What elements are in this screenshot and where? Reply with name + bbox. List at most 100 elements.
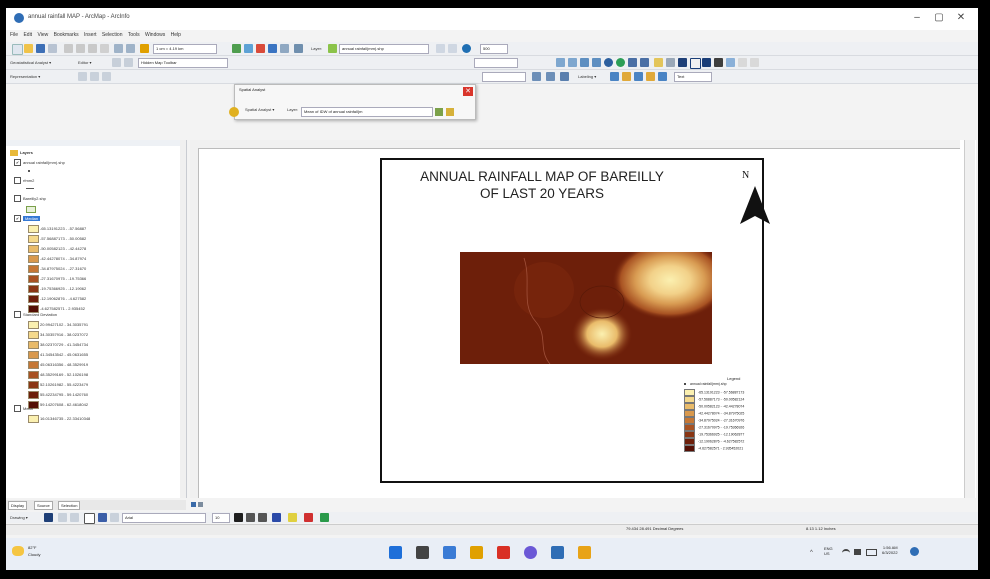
identify-icon[interactable] [690,58,701,69]
reclassify-icon[interactable] [446,108,454,116]
redo-icon[interactable] [126,44,135,53]
toc-root-row[interactable]: Layers [10,148,33,157]
rep-edit-icon[interactable] [90,72,99,81]
select-elements-icon[interactable] [44,513,53,522]
language-indicator[interactable]: ENG US [824,546,833,556]
open-folder-icon[interactable] [24,44,33,53]
menu-help[interactable]: Help [171,30,181,41]
zoom-combo[interactable]: 500 [480,44,508,54]
html-popup-icon[interactable] [738,58,747,67]
toc-group-stddev[interactable]: Standard Deviation [14,310,57,319]
notification-icon[interactable] [910,547,919,556]
fill-color-icon[interactable] [288,513,297,522]
maximize-button[interactable]: ▢ [932,12,946,24]
menu-tools[interactable]: Tools [128,30,140,41]
labeling-menu[interactable]: Labeling ▾ [578,72,596,81]
editor-menu[interactable]: Editor ▾ [78,58,92,67]
rotate-icon[interactable] [58,513,67,522]
paste-icon[interactable] [88,44,97,53]
attribute-table-icon[interactable] [546,72,555,81]
spatial-analyst-menu[interactable]: Spatial Analyst ▾ [245,105,274,114]
bold-icon[interactable] [234,513,243,522]
label-weight-icon[interactable] [634,72,643,81]
show-hidden-icons-icon[interactable]: ^ [810,550,813,556]
rep-table-icon[interactable] [102,72,111,81]
add-data-icon[interactable] [140,44,149,53]
search-icon[interactable] [416,546,429,559]
speaker-icon[interactable] [854,549,861,555]
minimize-button[interactable]: – [910,12,924,24]
font-combo[interactable]: Text [674,72,712,82]
arcmap-icon[interactable] [578,546,591,559]
sketch-tool-icon[interactable] [124,58,133,67]
geostatistical-analyst-menu[interactable]: Geostatistical Analyst ▾ [10,58,51,67]
toc-layer-row[interactable]: rfmm2 [14,176,34,185]
print-icon[interactable] [48,44,57,53]
menu-insert[interactable]: Insert [84,30,97,41]
close-button[interactable]: ✕ [954,12,968,24]
whats-this-icon[interactable] [294,44,303,53]
toc-layer-row[interactable]: ✔ annual rainfall(mm).shp [14,158,65,167]
layer-checkbox[interactable] [14,195,21,203]
menu-selection[interactable]: Selection [102,30,123,41]
menu-file[interactable]: File [10,30,18,41]
swipe-icon[interactable] [436,44,445,53]
font-name-combo[interactable]: Arial [122,513,206,523]
clear-selection-icon[interactable] [666,58,675,67]
marker-color-icon[interactable] [320,513,329,522]
pan-icon[interactable] [604,58,613,67]
select-elements-icon[interactable] [678,58,687,67]
spatial-layer-combo[interactable]: Mean of IDW of annual rainfall(m [301,107,433,117]
spatial-popup-close-button[interactable]: ✕ [463,87,473,96]
menu-edit[interactable]: Edit [23,30,32,41]
measure-icon[interactable] [714,58,723,67]
map-scale-combo[interactable]: 1 cm = 4.19 km [153,44,217,54]
photos-icon[interactable] [497,546,510,559]
chrome-icon[interactable] [524,546,537,559]
layout-view-icon[interactable] [198,502,203,507]
menu-windows[interactable]: Windows [145,30,165,41]
drawing-menu[interactable]: Drawing ▾ [10,513,28,522]
layer-checkbox[interactable] [14,177,21,185]
globe-icon[interactable] [462,44,471,53]
flicker-icon[interactable] [448,44,457,53]
layer-combo[interactable]: annual rainfall(mm).shp [339,44,429,54]
zoom-whole-page-icon[interactable] [70,513,79,522]
full-extent-icon[interactable] [616,58,625,67]
label-manager-icon[interactable] [610,72,619,81]
layer-checkbox[interactable] [14,311,21,319]
underline-icon[interactable] [258,513,267,522]
weather-desc[interactable]: Cloudy [28,552,40,557]
select-features-icon[interactable] [654,58,663,67]
tab-selection[interactable]: Selection [58,501,81,510]
copy-icon[interactable] [76,44,85,53]
hyperlink-icon[interactable] [726,58,735,67]
python-icon[interactable] [280,44,289,53]
menu-view[interactable]: View [37,30,48,41]
spatial-analyst-icon[interactable] [229,107,239,117]
histogram-icon[interactable] [435,108,443,116]
toc-group-median[interactable]: ✔ Median [14,214,41,223]
layer-checkbox[interactable]: ✔ [14,159,21,167]
mail-icon[interactable] [470,546,483,559]
clock[interactable]: 1:56 AM 6/3/2022 [882,545,898,555]
rectangle-tool-icon[interactable] [84,513,95,524]
toc-group-mean[interactable]: Mean [14,404,33,413]
unplaced-labels-icon[interactable] [658,72,667,81]
layer-checkbox[interactable] [14,405,21,413]
data-view-icon[interactable] [191,502,196,507]
back-extent-icon[interactable] [628,58,637,67]
delete-icon[interactable] [100,44,109,53]
file-explorer-icon[interactable] [443,546,456,559]
font-size-combo[interactable]: 10 [212,513,230,523]
wifi-icon[interactable] [842,549,850,557]
weather-icon[interactable] [12,546,24,556]
forward-extent-icon[interactable] [640,58,649,67]
toc-icon[interactable] [244,44,253,53]
fixed-zoom-out-icon[interactable] [592,58,601,67]
tab-source[interactable]: Source [34,501,53,510]
tab-display[interactable]: Display [8,501,28,510]
cut-icon[interactable] [64,44,73,53]
arctoolbox-icon[interactable] [256,44,265,53]
undo-icon[interactable] [114,44,123,53]
